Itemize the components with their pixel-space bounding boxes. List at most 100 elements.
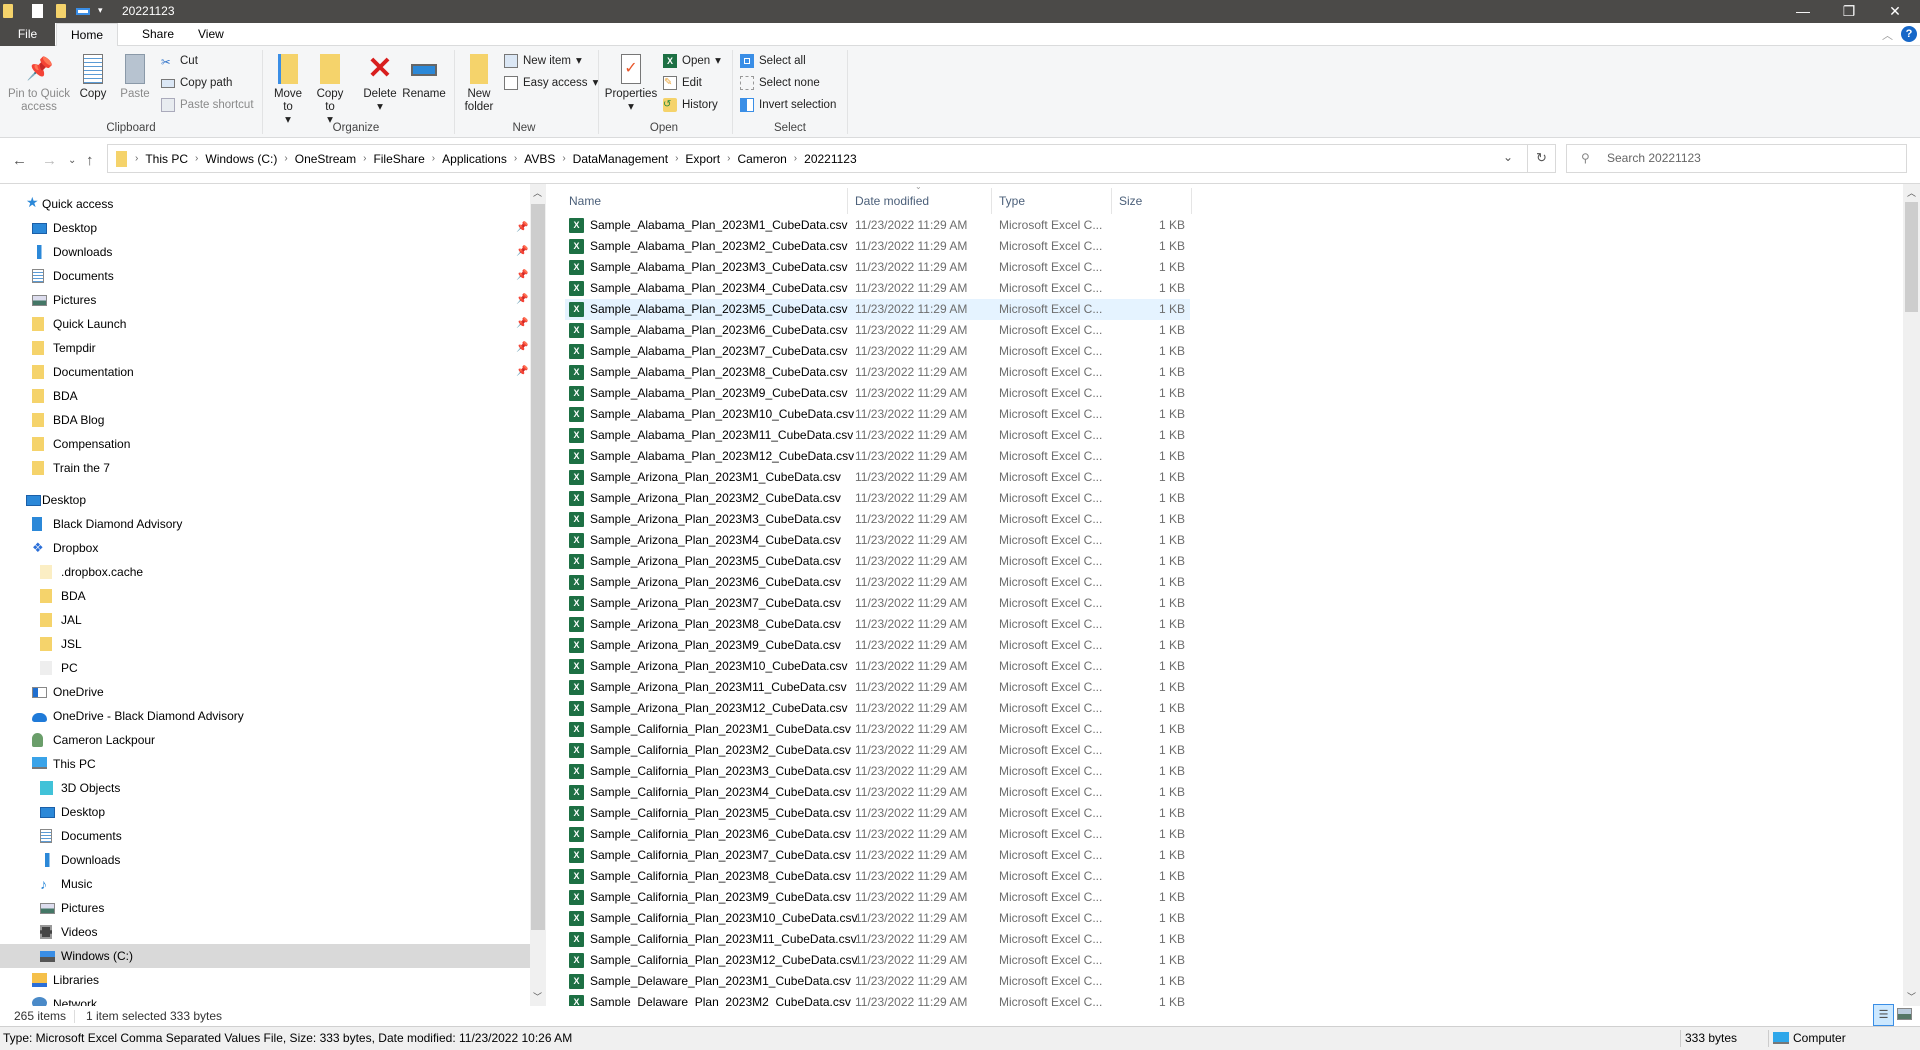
nav-item[interactable]: JAL xyxy=(0,608,530,632)
back-button[interactable]: ← xyxy=(12,152,27,169)
nav-item[interactable]: Libraries xyxy=(0,968,530,992)
tab-home[interactable]: Home xyxy=(56,23,119,47)
file-row[interactable]: X Sample_California_Plan_2023M10_CubeData… xyxy=(565,908,1190,929)
breadcrumb-item[interactable]: Export xyxy=(680,152,725,166)
file-row[interactable]: X Sample_Arizona_Plan_2023M4_CubeData.csv… xyxy=(565,530,1190,551)
file-row[interactable]: X Sample_Arizona_Plan_2023M7_CubeData.csv… xyxy=(565,593,1190,614)
cut-button[interactable]: ✂ Cut xyxy=(161,52,254,70)
nav-item[interactable]: BDA xyxy=(0,584,530,608)
column-header-type[interactable]: Type xyxy=(992,188,1112,214)
copy-to-button[interactable]: Copy to ▾ xyxy=(312,54,348,127)
file-row[interactable]: X Sample_Alabama_Plan_2023M1_CubeData.csv… xyxy=(565,215,1190,236)
file-row[interactable]: X Sample_California_Plan_2023M12_CubeData… xyxy=(565,950,1190,971)
nav-item[interactable]: Videos xyxy=(0,920,530,944)
breadcrumb-separator-icon[interactable]: › xyxy=(673,153,680,164)
pin-to-quick-access-button[interactable]: 📌 Pin to Quick access xyxy=(6,54,72,114)
file-row[interactable]: X Sample_California_Plan_2023M7_CubeData.… xyxy=(565,845,1190,866)
breadcrumb-separator-icon[interactable]: › xyxy=(430,153,437,164)
copy-button[interactable]: Copy xyxy=(78,54,108,101)
file-row[interactable]: X Sample_California_Plan_2023M8_CubeData.… xyxy=(565,866,1190,887)
breadcrumb-item[interactable]: 20221123 xyxy=(799,152,862,166)
file-scroll-thumb[interactable] xyxy=(1905,202,1918,312)
nav-item[interactable]: Tempdir 📌 xyxy=(0,336,530,360)
nav-scroll-thumb[interactable] xyxy=(531,204,545,930)
breadcrumb-separator-icon[interactable]: › xyxy=(725,153,732,164)
nav-item[interactable]: Desktop xyxy=(0,800,530,824)
nav-item[interactable]: Downloads xyxy=(0,848,530,872)
invert-selection-button[interactable]: Invert selection xyxy=(740,96,836,114)
select-none-button[interactable]: Select none xyxy=(740,74,836,92)
nav-item[interactable]: Windows (C:) xyxy=(0,944,530,968)
nav-item[interactable]: BDA Blog xyxy=(0,408,530,432)
nav-item[interactable]: ♪ Music xyxy=(0,872,530,896)
nav-item[interactable]: Compensation xyxy=(0,432,530,456)
breadcrumb-separator-icon[interactable]: › xyxy=(193,153,200,164)
address-dropdown-icon[interactable]: ⌄ xyxy=(1503,150,1513,164)
nav-item[interactable]: Network xyxy=(0,992,530,1006)
tab-share[interactable]: Share xyxy=(128,23,188,46)
restore-button[interactable]: ❐ xyxy=(1826,0,1872,23)
file-row[interactable]: X Sample_Arizona_Plan_2023M3_CubeData.csv… xyxy=(565,509,1190,530)
file-row[interactable]: X Sample_Alabama_Plan_2023M10_CubeData.cs… xyxy=(565,404,1190,425)
nav-item[interactable]: Pictures 📌 xyxy=(0,288,530,312)
file-row[interactable]: X Sample_Alabama_Plan_2023M2_CubeData.csv… xyxy=(565,236,1190,257)
file-row[interactable]: X Sample_Alabama_Plan_2023M9_CubeData.csv… xyxy=(565,383,1190,404)
file-row[interactable]: X Sample_Alabama_Plan_2023M12_CubeData.cs… xyxy=(565,446,1190,467)
help-icon[interactable]: ? xyxy=(1901,26,1917,42)
file-row[interactable]: X Sample_Alabama_Plan_2023M6_CubeData.csv… xyxy=(565,320,1190,341)
breadcrumb-item[interactable]: Cameron xyxy=(732,152,791,166)
nav-scrollbar[interactable]: ︿ ﹀ xyxy=(530,184,546,1006)
file-row[interactable]: X Sample_California_Plan_2023M5_CubeData.… xyxy=(565,803,1190,824)
file-row[interactable]: X Sample_Arizona_Plan_2023M2_CubeData.csv… xyxy=(565,488,1190,509)
column-header-date[interactable]: Date modified xyxy=(848,188,992,214)
nav-item[interactable]: Desktop xyxy=(0,488,530,512)
breadcrumb-item[interactable]: FileShare xyxy=(368,152,429,166)
breadcrumb-separator-icon[interactable]: › xyxy=(361,153,368,164)
file-row[interactable]: X Sample_Alabama_Plan_2023M7_CubeData.csv… xyxy=(565,341,1190,362)
edit-button[interactable]: ✎ Edit xyxy=(663,74,721,92)
file-row[interactable]: X Sample_Alabama_Plan_2023M8_CubeData.csv… xyxy=(565,362,1190,383)
nav-item[interactable]: Train the 7 xyxy=(0,456,530,480)
nav-item[interactable]: BDA xyxy=(0,384,530,408)
properties-quick-icon[interactable] xyxy=(32,4,43,18)
breadcrumb-item[interactable]: Applications xyxy=(437,152,512,166)
file-row[interactable]: X Sample_California_Plan_2023M9_CubeData.… xyxy=(565,887,1190,908)
nav-item[interactable]: Documents xyxy=(0,824,530,848)
address-bar[interactable]: › This PC › Windows (C:) › OneStream › FileShar… xyxy=(107,144,1556,173)
nav-item[interactable]: OneDrive xyxy=(0,680,530,704)
tab-view[interactable]: View xyxy=(184,23,238,46)
new-folder-button[interactable]: New folder xyxy=(460,54,498,114)
breadcrumb-separator-icon[interactable]: › xyxy=(512,153,519,164)
file-row[interactable]: X Sample_Delaware_Plan_2023M1_CubeData.cs… xyxy=(565,971,1190,992)
tab-file[interactable]: File xyxy=(0,23,55,46)
file-row[interactable]: X Sample_Arizona_Plan_2023M1_CubeData.csv… xyxy=(565,467,1190,488)
refresh-icon[interactable]: ↻ xyxy=(1536,150,1547,166)
select-all-button[interactable]: Select all xyxy=(740,52,836,70)
search-input[interactable]: ⚲ Search 20221123 xyxy=(1566,144,1907,173)
nav-item[interactable]: Cameron Lackpour xyxy=(0,728,530,752)
file-row[interactable]: X Sample_Arizona_Plan_2023M5_CubeData.csv… xyxy=(565,551,1190,572)
details-view-button[interactable]: ☰ xyxy=(1873,1004,1894,1026)
minimize-button[interactable]: — xyxy=(1780,0,1826,23)
nav-item[interactable]: Downloads 📌 xyxy=(0,240,530,264)
file-row[interactable]: X Sample_Arizona_Plan_2023M11_CubeData.cs… xyxy=(565,677,1190,698)
large-icons-view-button[interactable] xyxy=(1897,1008,1912,1020)
up-button[interactable]: ↑ xyxy=(86,152,94,169)
breadcrumb-item[interactable]: OneStream xyxy=(290,152,361,166)
file-row[interactable]: X Sample_California_Plan_2023M3_CubeData.… xyxy=(565,761,1190,782)
breadcrumb-separator-icon[interactable]: › xyxy=(282,153,289,164)
file-row[interactable]: X Sample_Arizona_Plan_2023M9_CubeData.csv… xyxy=(565,635,1190,656)
file-row[interactable]: X Sample_Alabama_Plan_2023M4_CubeData.csv… xyxy=(565,278,1190,299)
nav-item[interactable]: Pictures xyxy=(0,896,530,920)
nav-item[interactable]: Black Diamond Advisory xyxy=(0,512,530,536)
breadcrumb-item[interactable]: This PC xyxy=(140,152,193,166)
nav-item[interactable]: JSL xyxy=(0,632,530,656)
nav-item[interactable]: This PC xyxy=(0,752,530,776)
close-button[interactable]: ✕ xyxy=(1872,0,1918,23)
paste-button[interactable]: Paste xyxy=(120,54,150,101)
column-header-size[interactable]: Size xyxy=(1112,188,1192,214)
nav-item[interactable]: Desktop 📌 xyxy=(0,216,530,240)
rename-quick-icon[interactable] xyxy=(76,8,90,15)
column-header-name[interactable]: Name xyxy=(562,188,848,214)
file-row[interactable]: X Sample_California_Plan_2023M4_CubeData.… xyxy=(565,782,1190,803)
